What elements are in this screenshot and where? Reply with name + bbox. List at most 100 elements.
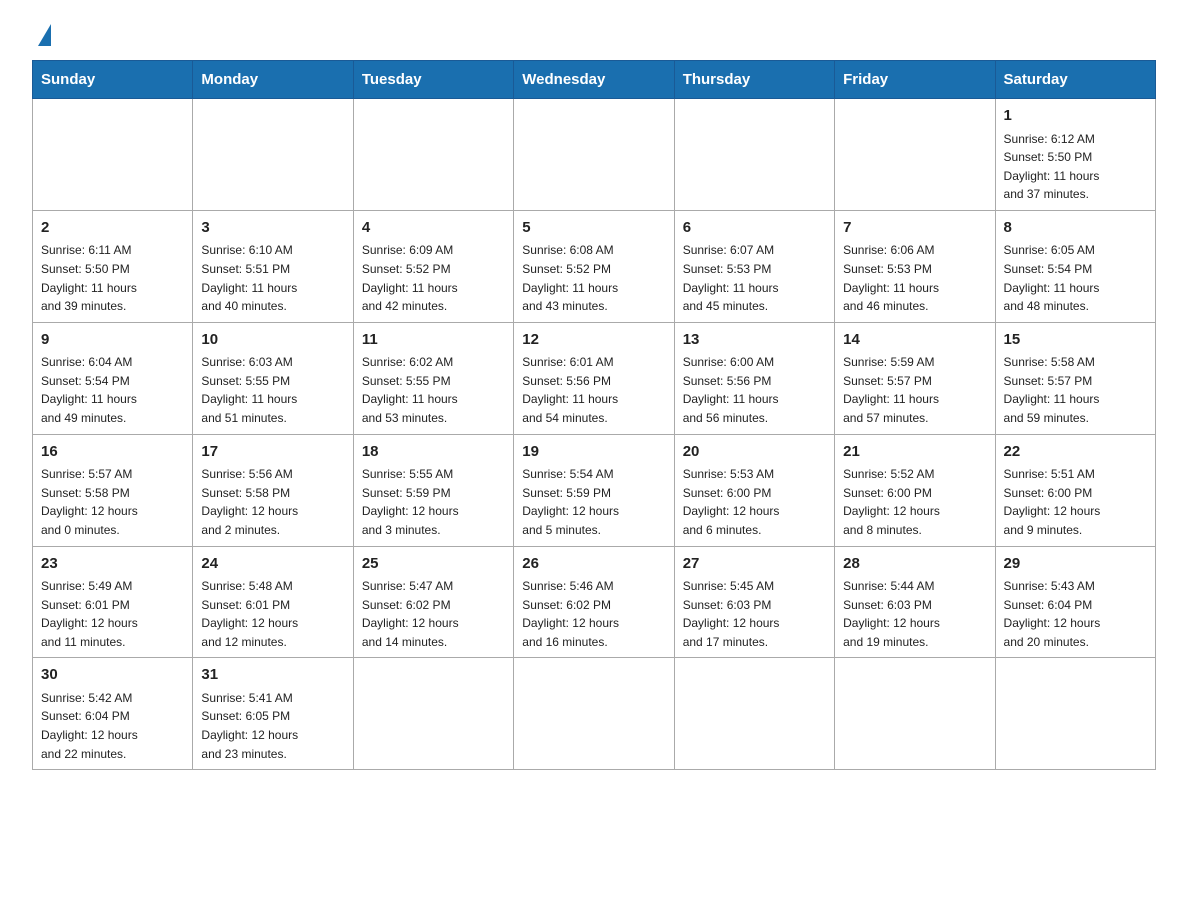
day-info: Sunrise: 5:44 AM Sunset: 6:03 PM Dayligh… bbox=[843, 577, 986, 651]
day-number: 6 bbox=[683, 217, 826, 240]
calendar-day-cell: 29Sunrise: 5:43 AM Sunset: 6:04 PM Dayli… bbox=[995, 546, 1155, 658]
calendar-day-cell: 17Sunrise: 5:56 AM Sunset: 5:58 PM Dayli… bbox=[193, 434, 353, 546]
day-info: Sunrise: 6:09 AM Sunset: 5:52 PM Dayligh… bbox=[362, 241, 505, 315]
day-number: 21 bbox=[843, 441, 986, 464]
calendar-day-cell: 16Sunrise: 5:57 AM Sunset: 5:58 PM Dayli… bbox=[33, 434, 193, 546]
day-info: Sunrise: 6:01 AM Sunset: 5:56 PM Dayligh… bbox=[522, 353, 665, 427]
calendar-table: SundayMondayTuesdayWednesdayThursdayFrid… bbox=[32, 60, 1156, 770]
calendar-day-cell: 27Sunrise: 5:45 AM Sunset: 6:03 PM Dayli… bbox=[674, 546, 834, 658]
calendar-day-cell: 10Sunrise: 6:03 AM Sunset: 5:55 PM Dayli… bbox=[193, 322, 353, 434]
calendar-day-cell bbox=[835, 658, 995, 770]
calendar-day-cell: 15Sunrise: 5:58 AM Sunset: 5:57 PM Dayli… bbox=[995, 322, 1155, 434]
day-of-week-header: Friday bbox=[835, 61, 995, 99]
day-number: 16 bbox=[41, 441, 184, 464]
calendar-day-cell: 22Sunrise: 5:51 AM Sunset: 6:00 PM Dayli… bbox=[995, 434, 1155, 546]
day-info: Sunrise: 5:46 AM Sunset: 6:02 PM Dayligh… bbox=[522, 577, 665, 651]
calendar-week-row: 2Sunrise: 6:11 AM Sunset: 5:50 PM Daylig… bbox=[33, 210, 1156, 322]
calendar-day-cell: 13Sunrise: 6:00 AM Sunset: 5:56 PM Dayli… bbox=[674, 322, 834, 434]
calendar-day-cell: 21Sunrise: 5:52 AM Sunset: 6:00 PM Dayli… bbox=[835, 434, 995, 546]
day-info: Sunrise: 6:10 AM Sunset: 5:51 PM Dayligh… bbox=[201, 241, 344, 315]
day-info: Sunrise: 6:02 AM Sunset: 5:55 PM Dayligh… bbox=[362, 353, 505, 427]
calendar-day-cell: 25Sunrise: 5:47 AM Sunset: 6:02 PM Dayli… bbox=[353, 546, 513, 658]
day-number: 24 bbox=[201, 553, 344, 576]
day-info: Sunrise: 5:42 AM Sunset: 6:04 PM Dayligh… bbox=[41, 689, 184, 763]
day-number: 22 bbox=[1004, 441, 1147, 464]
day-info: Sunrise: 5:58 AM Sunset: 5:57 PM Dayligh… bbox=[1004, 353, 1147, 427]
calendar-header-row: SundayMondayTuesdayWednesdayThursdayFrid… bbox=[33, 61, 1156, 99]
day-number: 20 bbox=[683, 441, 826, 464]
day-info: Sunrise: 5:55 AM Sunset: 5:59 PM Dayligh… bbox=[362, 465, 505, 539]
calendar-day-cell bbox=[33, 99, 193, 211]
day-info: Sunrise: 5:49 AM Sunset: 6:01 PM Dayligh… bbox=[41, 577, 184, 651]
day-info: Sunrise: 5:43 AM Sunset: 6:04 PM Dayligh… bbox=[1004, 577, 1147, 651]
day-info: Sunrise: 5:45 AM Sunset: 6:03 PM Dayligh… bbox=[683, 577, 826, 651]
day-info: Sunrise: 5:53 AM Sunset: 6:00 PM Dayligh… bbox=[683, 465, 826, 539]
day-number: 18 bbox=[362, 441, 505, 464]
day-of-week-header: Monday bbox=[193, 61, 353, 99]
calendar-day-cell bbox=[514, 99, 674, 211]
page-header bbox=[32, 24, 1156, 42]
calendar-day-cell: 3Sunrise: 6:10 AM Sunset: 5:51 PM Daylig… bbox=[193, 210, 353, 322]
day-number: 23 bbox=[41, 553, 184, 576]
day-info: Sunrise: 5:56 AM Sunset: 5:58 PM Dayligh… bbox=[201, 465, 344, 539]
day-number: 28 bbox=[843, 553, 986, 576]
day-number: 31 bbox=[201, 664, 344, 687]
calendar-day-cell bbox=[674, 658, 834, 770]
day-number: 4 bbox=[362, 217, 505, 240]
day-number: 8 bbox=[1004, 217, 1147, 240]
calendar-day-cell: 26Sunrise: 5:46 AM Sunset: 6:02 PM Dayli… bbox=[514, 546, 674, 658]
calendar-day-cell bbox=[995, 658, 1155, 770]
day-info: Sunrise: 5:54 AM Sunset: 5:59 PM Dayligh… bbox=[522, 465, 665, 539]
calendar-week-row: 16Sunrise: 5:57 AM Sunset: 5:58 PM Dayli… bbox=[33, 434, 1156, 546]
day-number: 13 bbox=[683, 329, 826, 352]
day-number: 19 bbox=[522, 441, 665, 464]
day-number: 26 bbox=[522, 553, 665, 576]
day-info: Sunrise: 5:48 AM Sunset: 6:01 PM Dayligh… bbox=[201, 577, 344, 651]
calendar-day-cell: 8Sunrise: 6:05 AM Sunset: 5:54 PM Daylig… bbox=[995, 210, 1155, 322]
day-info: Sunrise: 5:47 AM Sunset: 6:02 PM Dayligh… bbox=[362, 577, 505, 651]
calendar-day-cell: 20Sunrise: 5:53 AM Sunset: 6:00 PM Dayli… bbox=[674, 434, 834, 546]
day-number: 14 bbox=[843, 329, 986, 352]
calendar-day-cell bbox=[514, 658, 674, 770]
day-number: 29 bbox=[1004, 553, 1147, 576]
day-info: Sunrise: 6:06 AM Sunset: 5:53 PM Dayligh… bbox=[843, 241, 986, 315]
calendar-day-cell: 12Sunrise: 6:01 AM Sunset: 5:56 PM Dayli… bbox=[514, 322, 674, 434]
calendar-day-cell: 19Sunrise: 5:54 AM Sunset: 5:59 PM Dayli… bbox=[514, 434, 674, 546]
day-info: Sunrise: 6:05 AM Sunset: 5:54 PM Dayligh… bbox=[1004, 241, 1147, 315]
day-info: Sunrise: 6:04 AM Sunset: 5:54 PM Dayligh… bbox=[41, 353, 184, 427]
calendar-day-cell: 23Sunrise: 5:49 AM Sunset: 6:01 PM Dayli… bbox=[33, 546, 193, 658]
day-number: 25 bbox=[362, 553, 505, 576]
calendar-day-cell: 9Sunrise: 6:04 AM Sunset: 5:54 PM Daylig… bbox=[33, 322, 193, 434]
day-of-week-header: Thursday bbox=[674, 61, 834, 99]
day-info: Sunrise: 6:07 AM Sunset: 5:53 PM Dayligh… bbox=[683, 241, 826, 315]
day-of-week-header: Sunday bbox=[33, 61, 193, 99]
day-number: 30 bbox=[41, 664, 184, 687]
day-of-week-header: Wednesday bbox=[514, 61, 674, 99]
calendar-day-cell: 18Sunrise: 5:55 AM Sunset: 5:59 PM Dayli… bbox=[353, 434, 513, 546]
calendar-day-cell bbox=[353, 99, 513, 211]
calendar-day-cell bbox=[674, 99, 834, 211]
day-number: 3 bbox=[201, 217, 344, 240]
day-number: 11 bbox=[362, 329, 505, 352]
day-of-week-header: Tuesday bbox=[353, 61, 513, 99]
calendar-day-cell: 2Sunrise: 6:11 AM Sunset: 5:50 PM Daylig… bbox=[33, 210, 193, 322]
day-info: Sunrise: 6:08 AM Sunset: 5:52 PM Dayligh… bbox=[522, 241, 665, 315]
calendar-day-cell: 14Sunrise: 5:59 AM Sunset: 5:57 PM Dayli… bbox=[835, 322, 995, 434]
day-info: Sunrise: 5:59 AM Sunset: 5:57 PM Dayligh… bbox=[843, 353, 986, 427]
day-info: Sunrise: 6:11 AM Sunset: 5:50 PM Dayligh… bbox=[41, 241, 184, 315]
calendar-day-cell: 6Sunrise: 6:07 AM Sunset: 5:53 PM Daylig… bbox=[674, 210, 834, 322]
day-number: 17 bbox=[201, 441, 344, 464]
day-info: Sunrise: 5:57 AM Sunset: 5:58 PM Dayligh… bbox=[41, 465, 184, 539]
logo-general-text bbox=[32, 24, 51, 42]
calendar-day-cell: 11Sunrise: 6:02 AM Sunset: 5:55 PM Dayli… bbox=[353, 322, 513, 434]
day-info: Sunrise: 6:00 AM Sunset: 5:56 PM Dayligh… bbox=[683, 353, 826, 427]
calendar-day-cell: 5Sunrise: 6:08 AM Sunset: 5:52 PM Daylig… bbox=[514, 210, 674, 322]
calendar-day-cell: 28Sunrise: 5:44 AM Sunset: 6:03 PM Dayli… bbox=[835, 546, 995, 658]
day-info: Sunrise: 6:12 AM Sunset: 5:50 PM Dayligh… bbox=[1004, 130, 1147, 204]
day-number: 10 bbox=[201, 329, 344, 352]
calendar-day-cell: 1Sunrise: 6:12 AM Sunset: 5:50 PM Daylig… bbox=[995, 99, 1155, 211]
day-number: 7 bbox=[843, 217, 986, 240]
calendar-day-cell bbox=[835, 99, 995, 211]
day-number: 12 bbox=[522, 329, 665, 352]
day-number: 1 bbox=[1004, 105, 1147, 128]
